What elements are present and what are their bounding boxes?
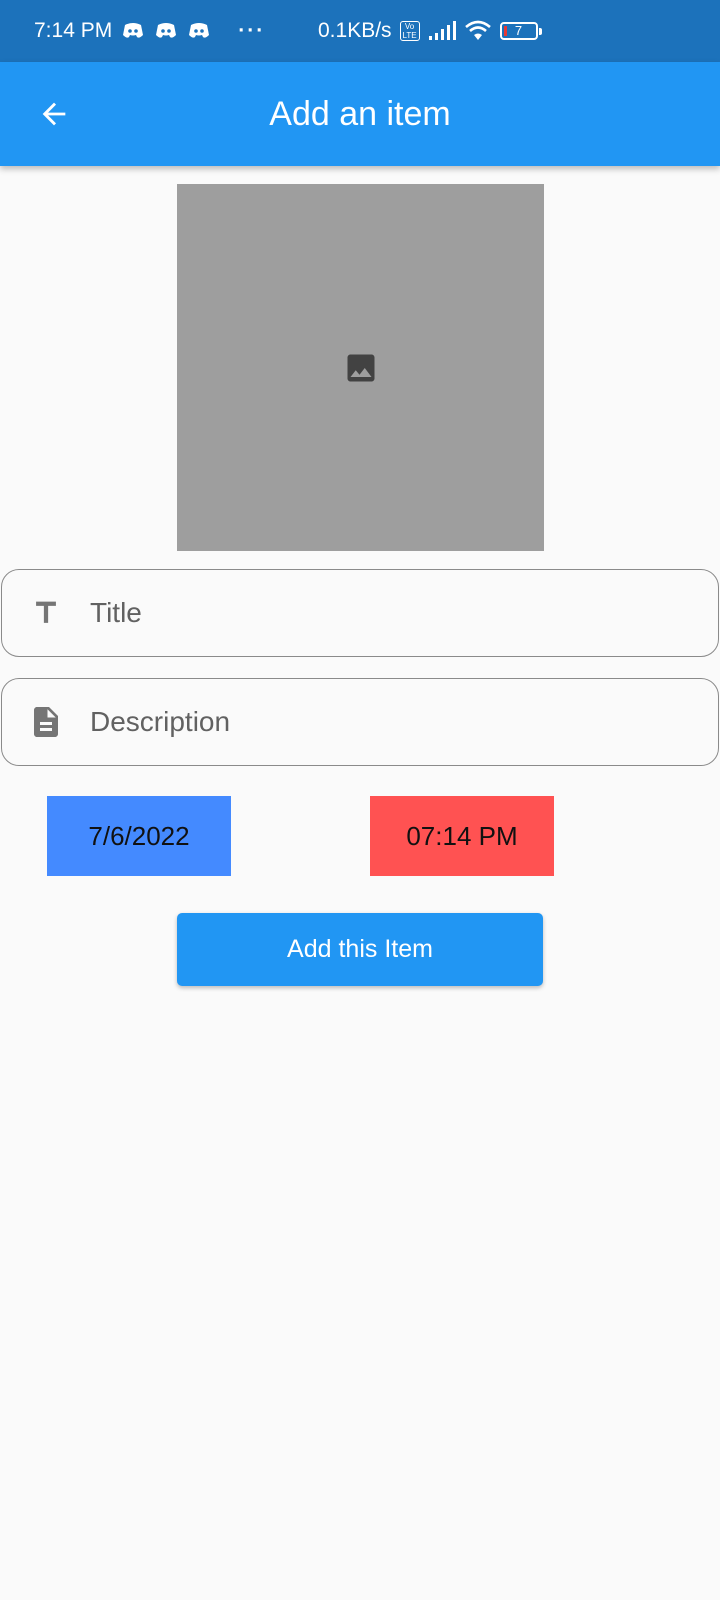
description-icon	[28, 704, 64, 740]
image-icon	[347, 354, 374, 381]
date-value: 7/6/2022	[88, 820, 190, 851]
title-icon-glyph	[36, 601, 56, 623]
status-left: 7:14 PM ···	[34, 0, 265, 62]
time-picker-button[interactable]: 07:14 PM	[370, 796, 554, 876]
volte-icon: Vo LTE	[399, 21, 420, 41]
discord-icon	[156, 23, 177, 38]
status-bar: 7:14 PM ··· 0.1KB/s Vo LTE 7	[0, 0, 720, 62]
add-item-button[interactable]: Add this Item	[177, 913, 543, 986]
description-icon-glyph	[34, 707, 58, 737]
add-item-label: Add this Item	[287, 935, 433, 963]
image-picker[interactable]	[177, 184, 544, 551]
more-notifications-icon: ···	[238, 19, 266, 42]
title-icon	[28, 595, 64, 631]
title-placeholder: Title	[90, 597, 142, 628]
status-time: 7:14 PM	[34, 19, 113, 42]
battery-level	[503, 26, 507, 36]
discord-icon	[189, 23, 210, 38]
app-bar: Add an item	[0, 62, 720, 166]
date-picker-button[interactable]: 7/6/2022	[47, 796, 231, 876]
network-speed: 0.1KB/s	[318, 19, 392, 42]
battery-percent: 7	[514, 23, 523, 38]
discord-icon	[123, 23, 144, 38]
description-placeholder: Description	[90, 706, 231, 737]
page-title: Add an item	[269, 94, 451, 133]
status-right: 0.1KB/s Vo LTE 7	[318, 0, 542, 62]
title-field[interactable]: Title	[1, 569, 719, 657]
signal-icon	[428, 21, 456, 40]
time-value: 07:14 PM	[406, 820, 518, 851]
description-field[interactable]: Description	[1, 678, 719, 766]
battery-icon: 7	[499, 22, 542, 40]
wifi-icon	[464, 20, 491, 40]
